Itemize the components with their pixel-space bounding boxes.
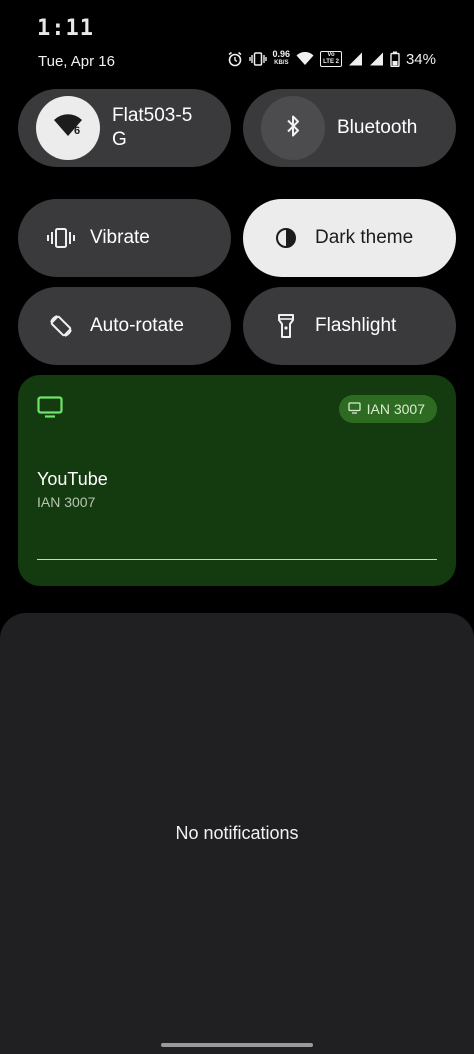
internet-label: Flat503-5 G <box>112 105 193 150</box>
internet-icon-circle[interactable]: 6 <box>36 96 100 160</box>
bluetooth-label: Bluetooth <box>337 117 418 138</box>
media-card[interactable]: IAN 3007 YouTube IAN 3007 <box>18 375 456 586</box>
wifi-icon: 6 <box>53 113 83 143</box>
net-speed: 0.96 KB/S <box>273 50 291 68</box>
signal-2-icon <box>369 52 384 66</box>
device-tv-icon <box>347 401 361 417</box>
device-chip-label: IAN 3007 <box>366 401 425 417</box>
media-app-title: YouTube <box>37 469 108 489</box>
auto-rotate-icon <box>46 311 76 341</box>
date: Tue, Apr 16 <box>38 53 115 70</box>
volte-icon: Vo LTE 2 <box>320 51 342 67</box>
no-notifications-text: No notifications <box>175 823 299 843</box>
battery-icon <box>390 51 400 67</box>
battery-percent: 34% <box>405 50 436 68</box>
net-speed-value: 0.96 <box>272 49 291 59</box>
clock: 1:11 <box>37 16 94 41</box>
volte-bottom: LTE 2 <box>323 59 339 65</box>
media-device-subtitle: IAN 3007 <box>37 494 96 510</box>
nav-handle[interactable] <box>161 1043 313 1047</box>
tile-internet[interactable]: 6 Flat503-5 G <box>18 89 231 167</box>
media-seek-bar[interactable] <box>37 559 437 560</box>
notification-panel: No notifications <box>0 613 474 1054</box>
net-speed-unit: KB/S <box>274 60 289 66</box>
bluetooth-icon-circle[interactable] <box>261 96 325 160</box>
flashlight-icon <box>271 311 301 341</box>
flashlight-label: Flashlight <box>315 315 397 336</box>
output-device-chip[interactable]: IAN 3007 <box>338 395 437 423</box>
cast-tv-icon <box>37 396 63 423</box>
vibrate-icon <box>46 223 76 253</box>
dark-theme-label: Dark theme <box>315 227 414 248</box>
alarm-icon <box>227 51 243 67</box>
auto-rotate-label: Auto-rotate <box>90 315 184 336</box>
vibrate-label: Vibrate <box>90 227 150 248</box>
tile-dark-theme[interactable]: Dark theme <box>243 199 456 277</box>
signal-1-icon <box>348 52 363 66</box>
tile-bluetooth[interactable]: Bluetooth <box>243 89 456 167</box>
wifi-status-icon <box>296 52 314 66</box>
status-icons: 0.96 KB/S Vo LTE 2 34% <box>227 50 436 68</box>
vibrate-status-icon <box>248 51 267 67</box>
tile-flashlight[interactable]: Flashlight <box>243 287 456 365</box>
tile-auto-rotate[interactable]: Auto-rotate <box>18 287 231 365</box>
dark-theme-icon <box>271 223 301 253</box>
wifi-generation-badge: 6 <box>74 125 80 137</box>
volte-top: Vo <box>327 52 335 58</box>
bluetooth-icon <box>284 114 302 143</box>
tile-vibrate[interactable]: Vibrate <box>18 199 231 277</box>
